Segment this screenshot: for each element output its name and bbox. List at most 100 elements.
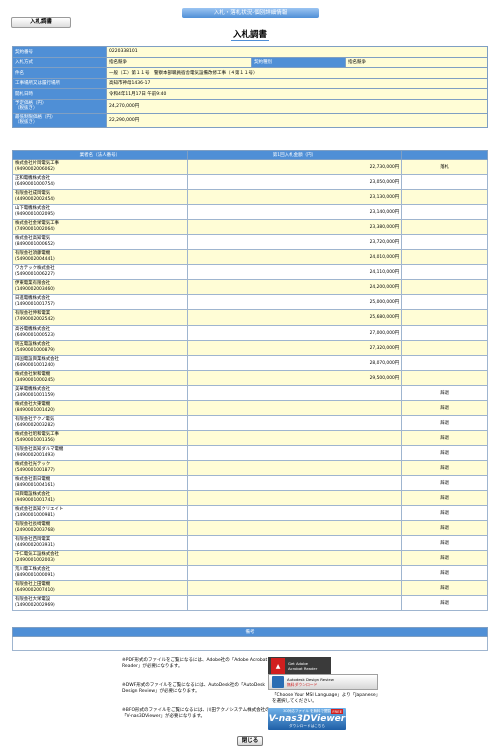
bidder-cell: 有限会社西岡電業 (4490002003931)	[12, 535, 188, 552]
vnas-viewer-link[interactable]: FREE 3D対応ファイル を無料で閲覧 V-nas3DViewer ダウンロー…	[268, 708, 346, 730]
bidder-cell: 株式会社金栄電気工事 (7490001002064)	[12, 219, 188, 236]
table-row: 株式会社昭和電気工事 (5490001001356) 辞退	[12, 429, 488, 446]
bid-result	[401, 174, 488, 191]
bidder-cell: 千仁電気工設株式会社 (2490001002003)	[12, 550, 188, 567]
bid-result	[401, 234, 488, 251]
bidder-cell: 株式会社光テック (5490001001877)	[12, 459, 188, 476]
pdf-note: ※PDF形式のファイルをご覧になるには、Adobe社の「Adobe Acroba…	[122, 658, 268, 670]
bid-result: 辞退	[401, 459, 488, 476]
bid-amount: 27,320,000円	[186, 339, 403, 356]
bid-method-label: 入札方式	[12, 56, 107, 68]
bidder-cell: 有限会社須藤電機 (5490002004441)	[12, 249, 188, 266]
table-row: 山下電機株式会社 (9490001002095) 23,140,000円	[12, 204, 488, 221]
bid-amount: 22,730,000円	[186, 158, 403, 176]
bid-amount	[186, 474, 403, 492]
bidder-corporate-number: (3490001001159)	[15, 392, 55, 398]
bidder-cell: 高谷電機株式会社 (6490001000523)	[12, 324, 188, 341]
bid-result: 辞退	[401, 474, 488, 492]
table-row: 株式会社高知クリエイト (1490001000981) 辞退	[12, 505, 488, 522]
bid-result	[401, 324, 488, 341]
acrobat-line2: Acrobat Reader	[288, 666, 318, 671]
bid-result	[401, 339, 488, 356]
bid-amount: 23,130,000円	[186, 189, 403, 206]
bidder-corporate-number: (4490002002454)	[15, 197, 55, 203]
bid-result: 辞退	[401, 565, 488, 582]
bid-result: 辞退	[401, 399, 488, 416]
bidder-corporate-number: (5490002004441)	[15, 257, 55, 263]
bid-amount: 23,380,000円	[186, 219, 403, 236]
table-row: 正和電機株式会社 (6490001000754) 23,050,000円	[12, 174, 488, 191]
bid-result: 辞退	[401, 414, 488, 431]
bidder-corporate-number: (7490002002542)	[15, 317, 55, 323]
bid-amount: 23,140,000円	[186, 204, 403, 221]
autodesk-icon	[272, 676, 284, 688]
bidder-corporate-number: (6490002003282)	[15, 422, 55, 428]
bid-result: 辞退	[401, 505, 488, 522]
pdf-icon: ▲	[271, 658, 285, 674]
project-value: 一般（工）第１１号 警察本部職員宿舎電気設備改修工事（４第１１号）	[106, 67, 488, 79]
bidder-cell: 明五電設株式会社 (5490001000879)	[12, 339, 188, 356]
bid-result	[401, 309, 488, 326]
bid-amount: 23,720,000円	[186, 234, 403, 251]
bid-record-tab[interactable]: 入札調書	[11, 17, 71, 28]
bid-amount: 24,200,000円	[186, 279, 403, 296]
bid-result	[401, 189, 488, 206]
contract-no-value: 0220338101	[106, 46, 488, 58]
table-row: 有限会社上田電機 (6490002007410) 辞退	[12, 580, 488, 597]
bidder-cell: 株式会社大東電機 (8490001001420)	[12, 399, 188, 416]
bidder-cell: 日進電機株式会社 (1490001001757)	[12, 294, 188, 311]
vnas-download-text: ダウンロードはこちら	[289, 724, 325, 728]
bid-amount	[186, 595, 403, 612]
table-row: 有限会社テクノ電気 (6490002003282) 辞退	[12, 414, 488, 431]
table-row: 日進電機株式会社 (1490001001757) 25,000,000円	[12, 294, 488, 311]
bid-result	[401, 294, 488, 311]
bidder-corporate-number: (2490001002003)	[15, 558, 55, 564]
table-row: 有限会社長崎電機 (2490002003768) 辞退	[12, 520, 488, 537]
contract-type-value: 指名競争	[345, 56, 488, 68]
remarks-table: 備考	[12, 627, 488, 651]
table-row: 明五電設株式会社 (5490001000879) 27,320,000円	[12, 339, 488, 356]
bidder-corporate-number: (6490001000754)	[15, 182, 55, 188]
bidder-cell: ワカテック株式会社 (5490001006227)	[12, 264, 188, 281]
bidder-corporate-number: (9490002001493)	[15, 452, 55, 458]
dwf-note-tail: 「Choose Your MSI Language」より「Japanese」を選…	[272, 693, 381, 705]
bid-result	[401, 219, 488, 236]
opening-date-value: 令和4年11月17日 午前9:40	[106, 88, 488, 100]
acrobat-reader-link[interactable]: ▲ Get Adobe Acrobat Reader	[268, 657, 331, 675]
bidder-corporate-number: (9490002006062)	[15, 167, 55, 173]
table-row: 株式会社光テック (5490001001877) 辞退	[12, 459, 488, 476]
bidder-cell: 伊東電業有限会社 (1490002003460)	[12, 279, 188, 296]
estimate-label: 予定価格（円） （税抜き）	[12, 98, 107, 114]
bid-rows: 株式会社片岡電気工事 (9490002006062) 22,730,000円 落札 正和…	[12, 158, 488, 612]
bidder-corporate-number: (1490001001757)	[15, 302, 55, 308]
bidder-corporate-number: (2490002003768)	[15, 528, 55, 534]
bid-result	[401, 204, 488, 221]
bid-amount	[186, 459, 403, 476]
bidder-corporate-number: (6490001001240)	[15, 362, 55, 368]
design-review-link[interactable]: Autodesk Design Review 無料ダウンロード	[268, 674, 378, 690]
bid-result: 辞退	[401, 384, 488, 401]
remarks-value	[12, 636, 488, 651]
bid-amount	[186, 490, 403, 507]
table-row: 美華電機株式会社 (3490001001159) 辞退	[12, 384, 488, 401]
table-row: 有限会社須藤電機 (5490002004441) 24,010,000円	[12, 249, 488, 266]
bid-result: 辞退	[401, 444, 488, 461]
bid-results-table: 業者名（法人番号） 第1回入札金額（円） 株式会社片岡電気工事 (94900020…	[12, 150, 488, 612]
bidder-corporate-number: (7490001002064)	[15, 227, 55, 233]
table-row: 株式会社南日電機 (8490001004161) 辞退	[12, 474, 488, 492]
bidder-cell: 正和電機株式会社 (6490001000754)	[12, 174, 188, 191]
bid-amount	[186, 580, 403, 597]
table-row: 株式会社栄和電機 (3490001000245) 29,500,000円	[12, 369, 488, 386]
close-button[interactable]: 閉じる	[237, 736, 263, 746]
bidder-corporate-number: (5490001001877)	[15, 467, 55, 473]
bid-amount: 28,070,000円	[186, 354, 403, 371]
bid-amount: 23,050,000円	[186, 174, 403, 191]
bidder-corporate-number: (6490002007410)	[15, 588, 55, 594]
table-row: 株式会社高知電気 (8490001000652) 23,720,000円	[12, 234, 488, 251]
bidder-corporate-number: (3490001000245)	[15, 377, 55, 383]
bidder-cell: 有限会社大栄電設 (1490002002969)	[12, 595, 188, 612]
bidder-header: 業者名（法人番号）	[12, 150, 188, 160]
bidder-cell: 有限会社テクノ電気 (6490002003282)	[12, 414, 188, 431]
table-row: 有限会社高知ダルマ電機 (9490002001493) 辞退	[12, 444, 488, 461]
bid-result	[401, 264, 488, 281]
